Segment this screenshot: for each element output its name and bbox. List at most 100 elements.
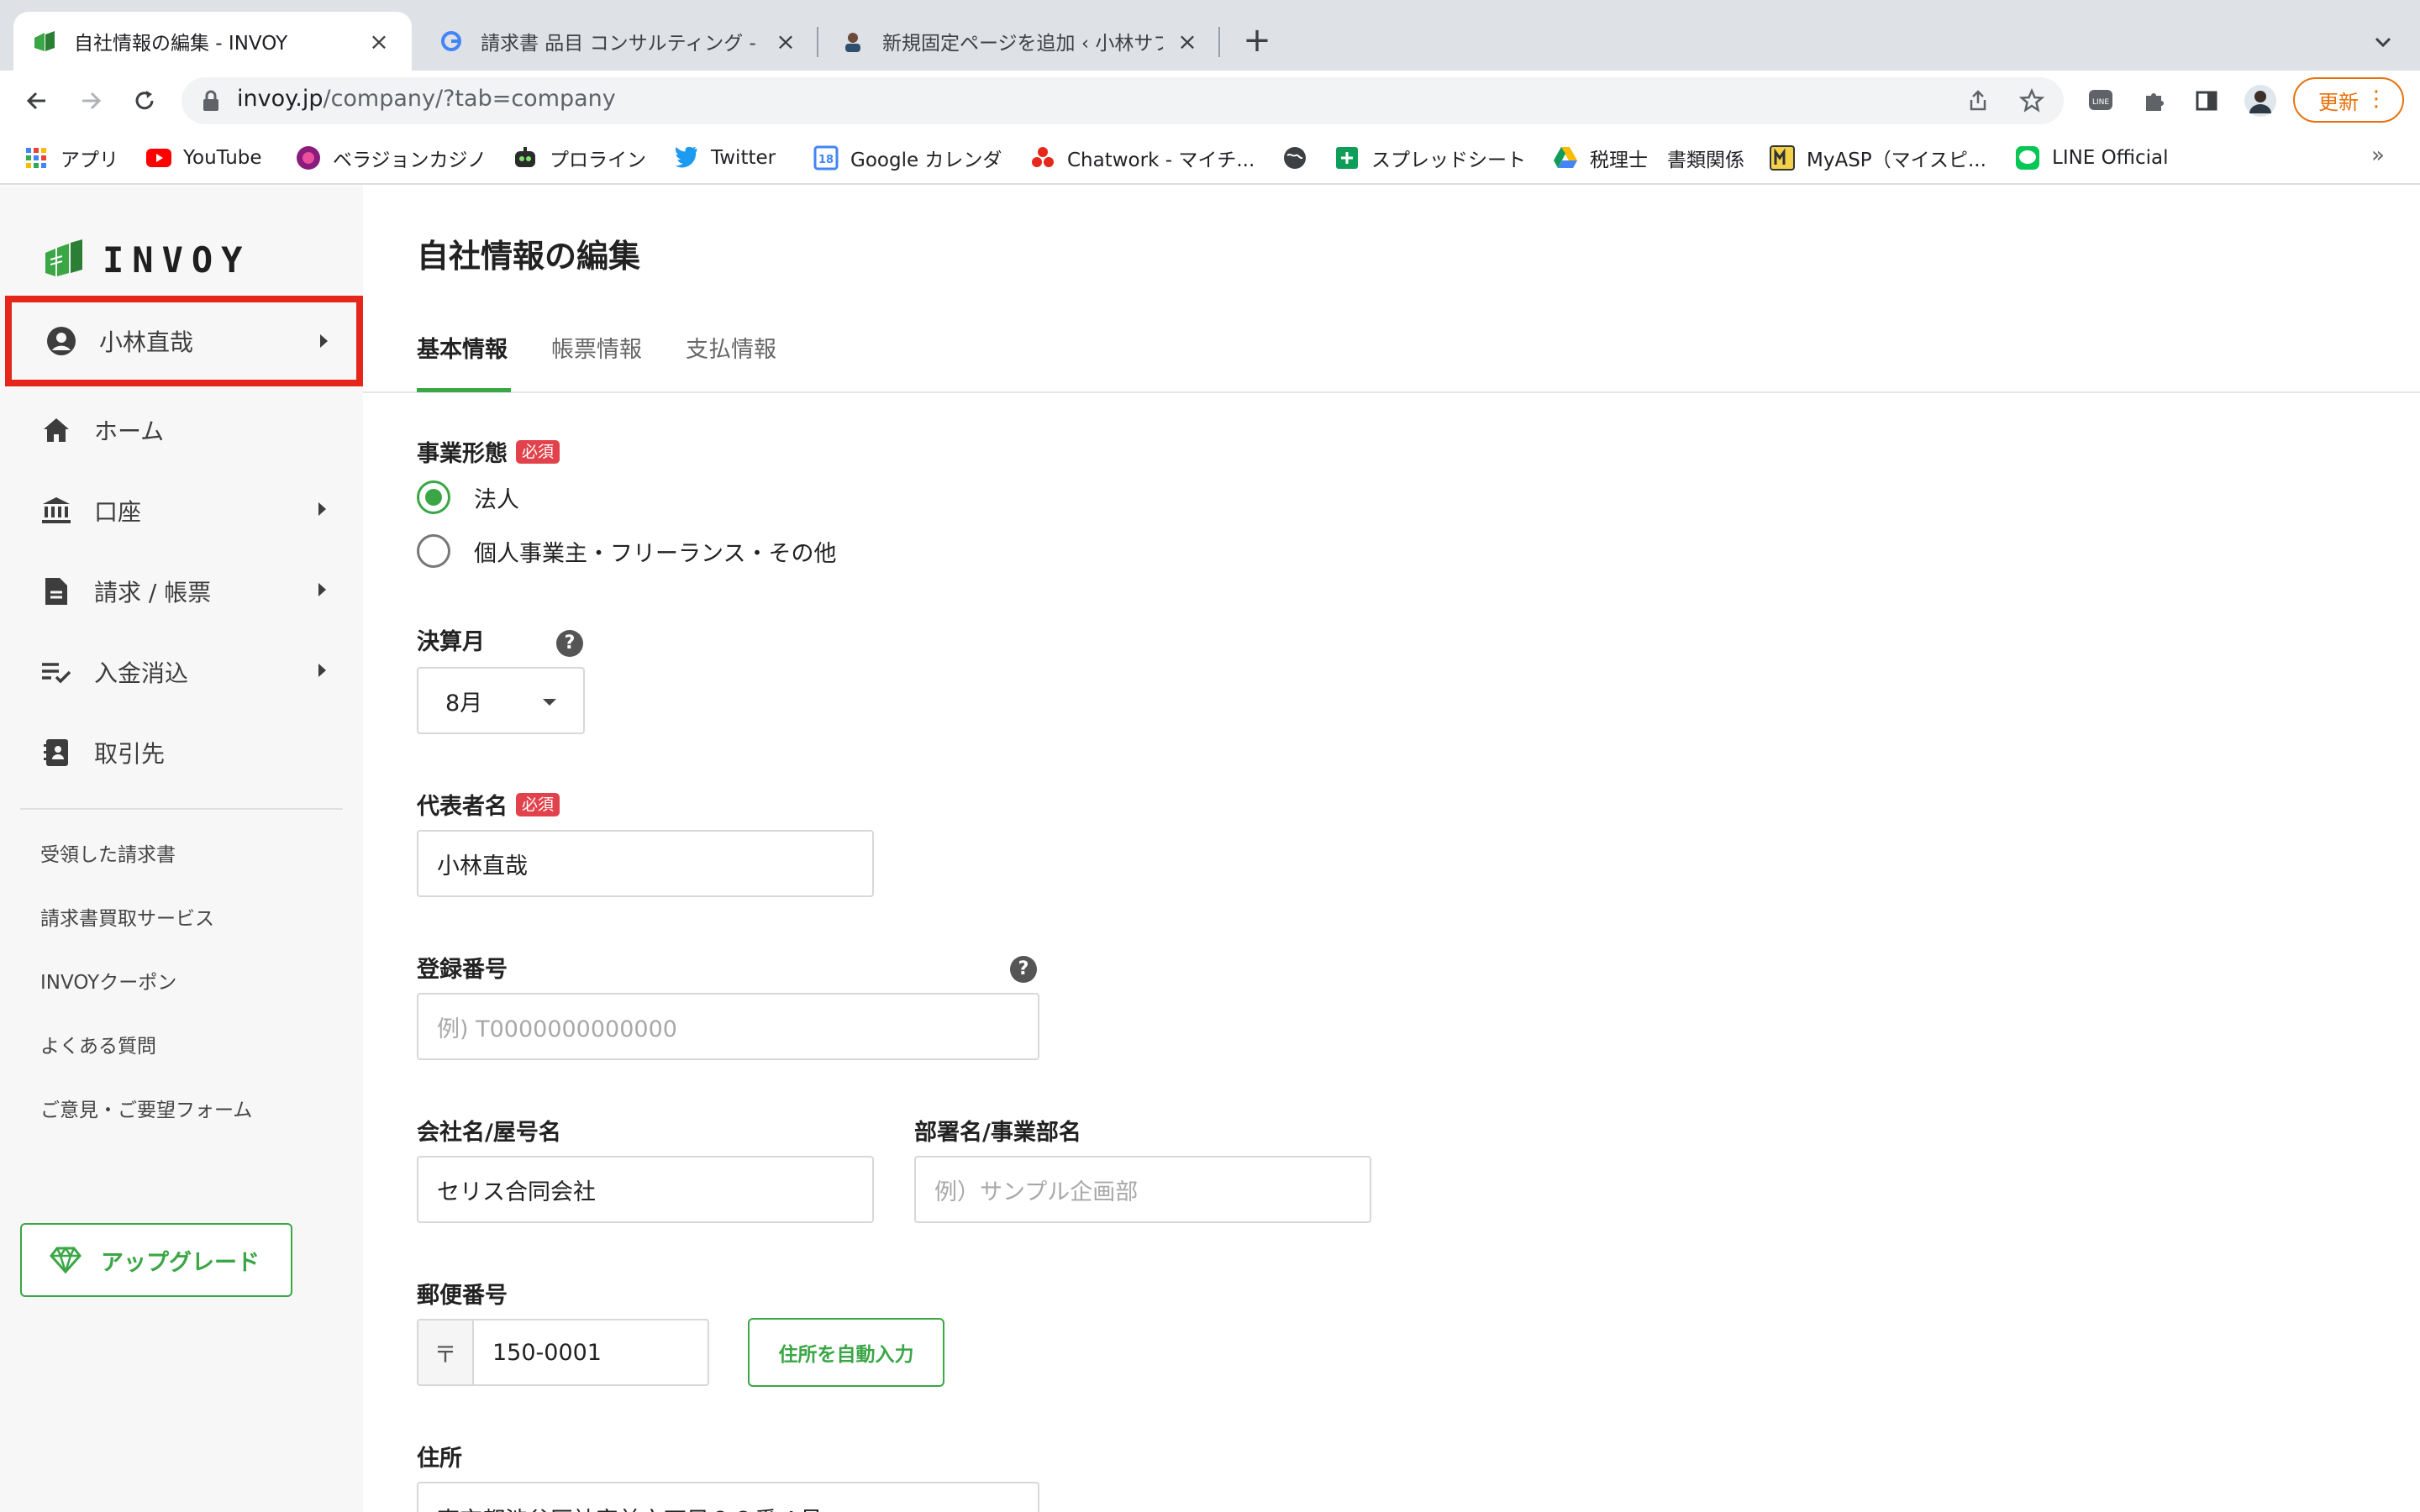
myasp-icon: [1770, 145, 1795, 171]
bookmark-line-official[interactable]: LINE Official: [2015, 141, 2169, 175]
representative-input[interactable]: 小林直哉: [417, 830, 874, 897]
chevron-right-icon: [318, 664, 326, 677]
registration-number-label: 登録番号: [417, 957, 508, 983]
radio-corporation[interactable]: 法人: [417, 477, 519, 517]
sidebar-link-coupon[interactable]: INVOYクーポン: [40, 966, 176, 995]
sidebar-item-home[interactable]: ホーム: [40, 403, 326, 457]
browser-tab[interactable]: 新規固定ページを追加 ‹ 小林サブス ×: [822, 12, 1220, 71]
checklist-icon: [40, 656, 72, 688]
new-tab-button[interactable]: +: [1237, 22, 1277, 62]
browser-tab[interactable]: 請求書 品目 コンサルティング - Go ×: [420, 12, 818, 71]
postal-code-input[interactable]: 150-0001: [472, 1319, 709, 1386]
sidebar-divider: [20, 808, 343, 810]
tab-document-info[interactable]: 帳票情報: [551, 331, 642, 364]
bookmark-star-icon[interactable]: [2013, 82, 2050, 119]
close-tab-icon[interactable]: ×: [1175, 28, 1200, 55]
active-tab-indicator: [417, 388, 511, 392]
browser-tab-active[interactable]: 自社情報の編集 - INVOY ×: [13, 12, 412, 71]
sidebar-link-faq[interactable]: よくある質問: [40, 1030, 156, 1058]
fiscal-month-select[interactable]: 8月: [417, 667, 585, 734]
profile-avatar-icon[interactable]: [2242, 82, 2279, 119]
bookmark-label: LINE Official: [2052, 147, 2169, 169]
line-extension-icon[interactable]: LINE: [2082, 82, 2119, 119]
sidebar-item-clients[interactable]: 取引先: [40, 726, 326, 780]
bookmark-apps[interactable]: アプリ: [24, 141, 118, 175]
tab-basic-info[interactable]: 基本情報: [417, 331, 508, 364]
help-icon[interactable]: ?: [1010, 956, 1037, 983]
share-icon[interactable]: [1960, 82, 1996, 119]
url-text[interactable]: invoy.jp/company/?tab=company: [237, 86, 616, 112]
side-panel-icon[interactable]: [2188, 82, 2225, 119]
bookmark-google-calendar[interactable]: 18 Google カレンダ: [813, 141, 1002, 175]
bookmark-spreadsheet[interactable]: スプレッドシート: [1334, 141, 1526, 175]
business-type-label: 事業形態 必須: [417, 435, 560, 468]
sidebar-item-invoices[interactable]: 請求 / 帳票: [40, 564, 326, 618]
select-value: 8月: [445, 690, 483, 717]
bookmark-twitter[interactable]: Twitter: [674, 141, 776, 175]
bookmark-label: Google カレンダ: [850, 150, 1002, 171]
address-book-icon: [40, 737, 72, 769]
bookmark-verajohn[interactable]: ベラジョンカジノ: [296, 141, 487, 175]
address-label: 住所: [417, 1446, 462, 1472]
company-name-input[interactable]: セリス合同会社: [417, 1156, 874, 1223]
radio-unselected-icon[interactable]: [417, 534, 450, 568]
bookmark-label: MyASP（マイスピ...: [1807, 150, 1986, 171]
tab-title: 自社情報の編集 - INVOY: [74, 33, 288, 55]
bookmark-label: ベラジョンカジノ: [333, 150, 487, 171]
close-tab-icon[interactable]: ×: [366, 28, 392, 55]
extensions-puzzle-icon[interactable]: [2136, 82, 2173, 119]
help-icon[interactable]: ?: [556, 630, 583, 657]
bookmark-globe[interactable]: [1282, 141, 1319, 175]
back-arrow-icon[interactable]: [17, 81, 57, 121]
bookmark-myasp[interactable]: MyASP（マイスピ...: [1770, 141, 1986, 175]
logo-wordmark: INVOY: [103, 239, 251, 281]
radio-label: 法人: [474, 486, 519, 513]
svg-text:LINE: LINE: [2092, 98, 2109, 107]
bookmark-youtube[interactable]: YouTube: [146, 141, 262, 175]
radio-sole-proprietor[interactable]: 個人事業主・フリーランス・その他: [417, 531, 836, 571]
field-label-text: 代表者名: [417, 794, 508, 820]
tab-payment-info[interactable]: 支払情報: [686, 331, 776, 364]
twitter-icon: [674, 145, 699, 171]
bookmark-label: YouTube: [183, 147, 262, 169]
bookmark-label: Chatwork - マイチ...: [1067, 150, 1255, 171]
bookmark-tax-documents[interactable]: 税理士 書類関係: [1553, 141, 1744, 175]
sidebar-link-received-invoices[interactable]: 受領した請求書: [40, 838, 176, 867]
autofill-address-button[interactable]: 住所を自動入力: [748, 1318, 944, 1387]
tab-separator: [1218, 27, 1220, 57]
registration-number-input[interactable]: 例) T0000000000000: [417, 993, 1039, 1060]
sidebar-link-feedback[interactable]: ご意見・ご要望フォーム: [40, 1094, 252, 1122]
update-button[interactable]: 更新 ⋮: [2293, 77, 2404, 123]
lock-icon[interactable]: [198, 87, 224, 114]
diamond-icon: [49, 1243, 82, 1277]
department-input[interactable]: 例）サンプル企画部: [914, 1156, 1371, 1223]
invoy-logo[interactable]: INVOY: [44, 239, 250, 281]
bookmark-proline[interactable]: プロライン: [513, 141, 646, 175]
chevron-right-icon: [320, 334, 328, 348]
url-path: /company/?tab=company: [323, 86, 616, 112]
sidebar-item-label: ホーム: [94, 417, 165, 445]
sidebar-item-label: 入金消込: [94, 659, 189, 687]
bookmark-chatwork[interactable]: Chatwork - マイチ...: [1030, 141, 1255, 175]
bookmarks-overflow-button[interactable]: »: [2371, 143, 2385, 168]
address-input[interactable]: 東京都渋谷区神宮前六丁目２３番４号: [417, 1482, 1039, 1512]
required-badge: 必須: [516, 792, 560, 816]
forward-arrow-icon[interactable]: [71, 81, 111, 121]
url-host: invoy.jp: [237, 86, 324, 112]
reload-icon[interactable]: [124, 81, 165, 121]
menu-dots-icon[interactable]: ⋮: [2365, 87, 2387, 111]
upgrade-button[interactable]: アップグレード: [20, 1223, 292, 1297]
radio-selected-icon[interactable]: [417, 480, 450, 514]
required-badge: 必須: [516, 439, 560, 464]
bookmark-label: 税理士 書類関係: [1590, 150, 1744, 171]
apps-grid-icon: [24, 145, 49, 171]
sidebar-user-menu[interactable]: 小林直哉: [5, 296, 363, 386]
tab-search-chevron-icon[interactable]: [2366, 25, 2400, 59]
account-circle-icon: [45, 325, 77, 357]
sidebar-item-reconciliation[interactable]: 入金消込: [40, 645, 326, 699]
close-tab-icon[interactable]: ×: [773, 28, 798, 55]
sidebar-item-label: 口座: [94, 498, 142, 526]
youtube-icon: [146, 145, 171, 171]
sidebar-item-accounts[interactable]: 口座: [40, 484, 326, 538]
sidebar-link-factoring[interactable]: 請求書買取サービス: [40, 902, 214, 931]
